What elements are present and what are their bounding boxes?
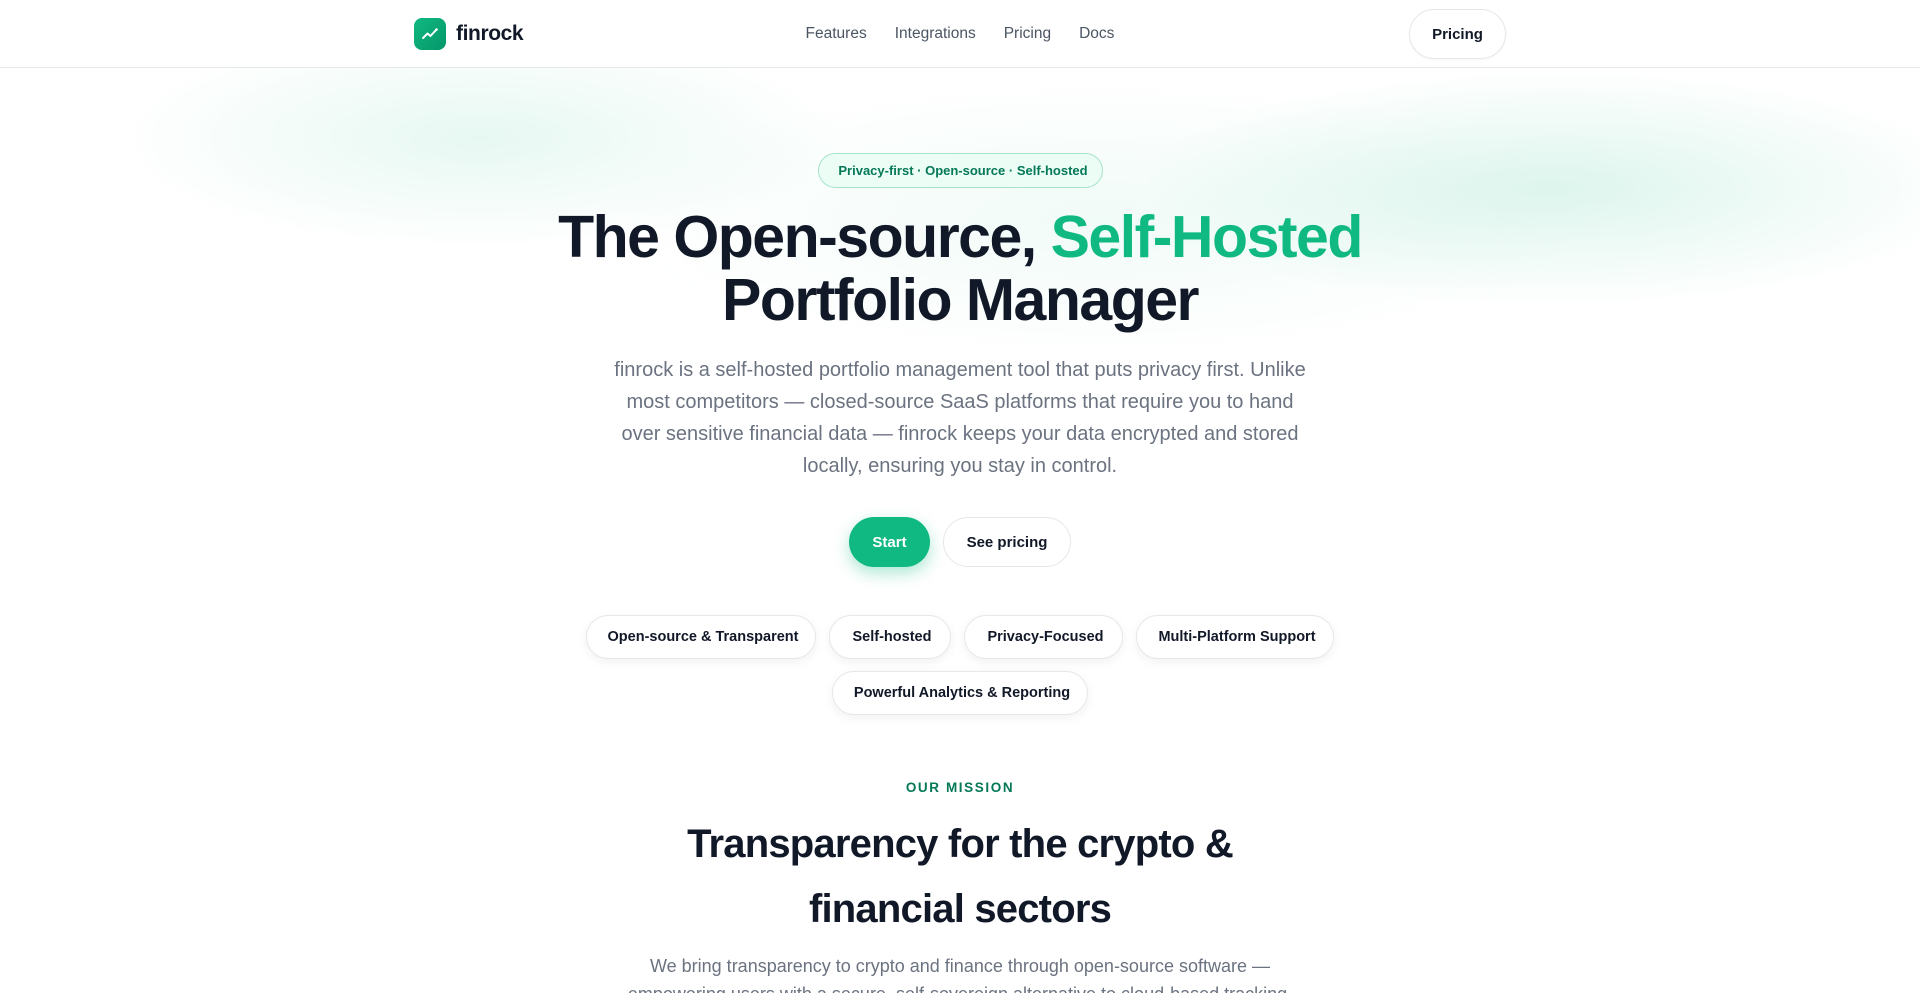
mission-title-line2: financial sectors <box>808 887 1112 931</box>
feature-label: Privacy-Focused <box>987 629 1104 645</box>
nav-link-features[interactable]: Features <box>806 25 867 43</box>
feature-pill-multi-platform: Multi-Platform Support <box>1136 615 1334 659</box>
feature-label: Open-source & Transparent <box>607 629 799 645</box>
feature-pill-open-source: Open-source & Transparent <box>586 615 816 659</box>
feature-label: Self-hosted <box>852 629 932 645</box>
mission-eyebrow: OUR MISSION <box>905 780 1015 795</box>
hero-title: The Open-source, Self-Hosted Portfolio M… <box>0 206 1920 332</box>
nav-link-integrations[interactable]: Integrations <box>895 25 976 43</box>
see-pricing-button[interactable]: See pricing <box>943 517 1071 567</box>
nav-link-pricing[interactable]: Pricing <box>1004 25 1051 43</box>
hero-title-part2: Portfolio Manager <box>721 267 1200 333</box>
trend-up-icon <box>414 18 446 50</box>
landing-page: finrock Features Integrations Pricing Do… <box>0 0 1920 993</box>
nav-link-docs[interactable]: Docs <box>1079 25 1114 43</box>
brand-home-link[interactable]: finrock <box>414 18 524 50</box>
mission-title-line1: Transparency for the crypto & <box>687 822 1234 866</box>
badge-text: Privacy-first · Open-source · Self-hoste… <box>838 163 1088 178</box>
top-navigation: finrock Features Integrations Pricing Do… <box>0 0 1920 68</box>
hero-title-accent: Self-Hosted <box>1050 204 1364 270</box>
feature-pill-analytics: Powerful Analytics & Reporting <box>832 671 1088 715</box>
feature-label: Multi-Platform Support <box>1158 629 1316 645</box>
feature-pill-privacy: Privacy-Focused <box>964 615 1123 659</box>
nav-links: Features Integrations Pricing Docs <box>0 0 1920 68</box>
mission-description: We bring transparency to crypto and fina… <box>628 956 1292 993</box>
start-button[interactable]: Start <box>849 517 930 567</box>
hero-description: finrock is a self-hosted portfolio manag… <box>614 359 1306 477</box>
feature-label: Powerful Analytics & Reporting <box>853 685 1071 701</box>
hero-title-part1: The Open-source, <box>558 204 1051 270</box>
nav-pricing-button[interactable]: Pricing <box>1409 9 1506 59</box>
brand-name: finrock <box>456 22 524 45</box>
hero-badge: Privacy-first · Open-source · Self-hoste… <box>818 153 1103 188</box>
feature-pill-self-hosted: Self-hosted <box>829 615 951 659</box>
mission-title: Transparency for the crypto & financial … <box>0 812 1920 942</box>
